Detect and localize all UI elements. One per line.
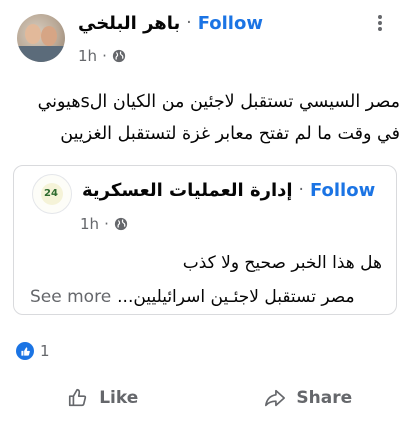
shared-text-line: مصر تستقبل لاجئـين اسرائيليين...	[117, 287, 355, 307]
post-header: باهر البلخي · Follow 1h ·	[0, 0, 411, 76]
separator-dot: ·	[186, 13, 192, 33]
shared-post-text: هل هذا الخبر صحيح ولا كذب See more مصر ت…	[30, 246, 382, 314]
post-text-line: في وقت ما لم تفتح معابر غزة لتستقبل الغز…	[60, 124, 400, 144]
author-name[interactable]: باهر البلخي	[78, 13, 180, 34]
separator-dot: ·	[104, 215, 109, 233]
separator-dot: ·	[298, 180, 304, 200]
shared-logo-text: 24	[44, 188, 58, 199]
shared-post-time[interactable]: 1h	[80, 215, 99, 233]
reactions-summary[interactable]: 1	[16, 341, 50, 361]
shared-follow-button[interactable]: Follow	[310, 180, 375, 201]
shared-text-line-more: See more مصر تستقبل لاجئـين اسرائيليين..…	[30, 280, 382, 314]
reaction-count: 1	[40, 342, 50, 360]
shared-author-row: إدارة العمليات العسكرية · Follow	[82, 178, 375, 202]
share-button[interactable]: Share	[206, 380, 411, 416]
globe-icon	[112, 49, 125, 63]
globe-icon	[114, 217, 127, 231]
author-row: باهر البلخي · Follow	[78, 11, 263, 35]
post-time[interactable]: 1h	[78, 47, 97, 65]
like-button[interactable]: Like	[0, 380, 206, 416]
shared-text-line: هل هذا الخبر صحيح ولا كذب	[182, 253, 382, 273]
share-label: Share	[296, 388, 353, 408]
share-arrow-icon	[265, 389, 286, 407]
more-vertical-icon[interactable]	[372, 14, 388, 32]
post-text: مصر السيسي تستقبل لاجئين من الكيان الsهي…	[12, 86, 400, 150]
follow-button[interactable]: Follow	[198, 13, 263, 34]
see-more-link[interactable]: See more	[30, 280, 111, 314]
author-avatar[interactable]	[17, 14, 65, 62]
shared-page-logo[interactable]: 24	[32, 174, 72, 214]
shared-post-meta: 1h ·	[80, 214, 128, 234]
post-actions: Like Share	[0, 380, 411, 416]
post-text-line: مصر السيسي تستقبل لاجئين من الكيان الsهي…	[37, 92, 400, 112]
like-reaction-icon	[16, 342, 34, 360]
post-meta: 1h ·	[78, 45, 126, 67]
like-label: Like	[99, 388, 139, 408]
separator-dot: ·	[102, 47, 107, 65]
shared-post-card[interactable]: 24 إدارة العمليات العسكرية · Follow 1h ·…	[13, 165, 397, 315]
thumb-up-icon	[69, 388, 87, 407]
shared-author-name[interactable]: إدارة العمليات العسكرية	[82, 180, 293, 201]
